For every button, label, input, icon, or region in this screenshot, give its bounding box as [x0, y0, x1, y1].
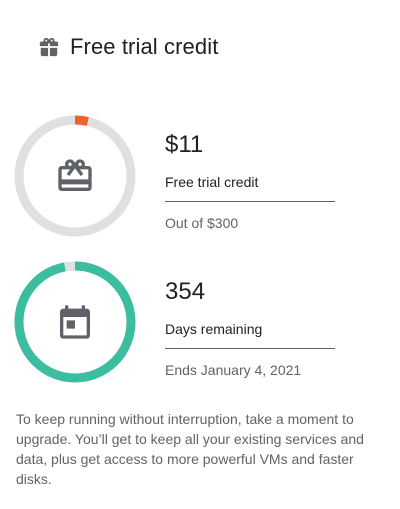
- days-label: Days remaining: [165, 321, 263, 337]
- page-title: Free trial credit: [70, 34, 219, 59]
- days-progress-ring: [13, 260, 137, 384]
- days-divider: [165, 348, 335, 349]
- credit-divider: [165, 201, 335, 202]
- days-stat: 354 Days remaining Ends January 4, 2021: [165, 278, 335, 379]
- calendar-icon: [60, 305, 90, 339]
- credit-amount: $11: [165, 131, 204, 158]
- gift-icon: [39, 37, 59, 57]
- credit-progress-ring: [13, 114, 137, 238]
- credit-sub: Out of $300: [165, 215, 239, 231]
- days-sub: Ends January 4, 2021: [165, 362, 302, 378]
- credit-card-gift-icon: [58, 159, 92, 191]
- page-header: Free trial credit: [38, 34, 218, 60]
- upgrade-message: To keep running without interruption, ta…: [16, 411, 364, 487]
- credit-stat: $11 Free trial credit Out of $300: [165, 131, 335, 232]
- credit-label: Free trial credit: [165, 174, 259, 190]
- days-count: 354: [165, 278, 206, 305]
